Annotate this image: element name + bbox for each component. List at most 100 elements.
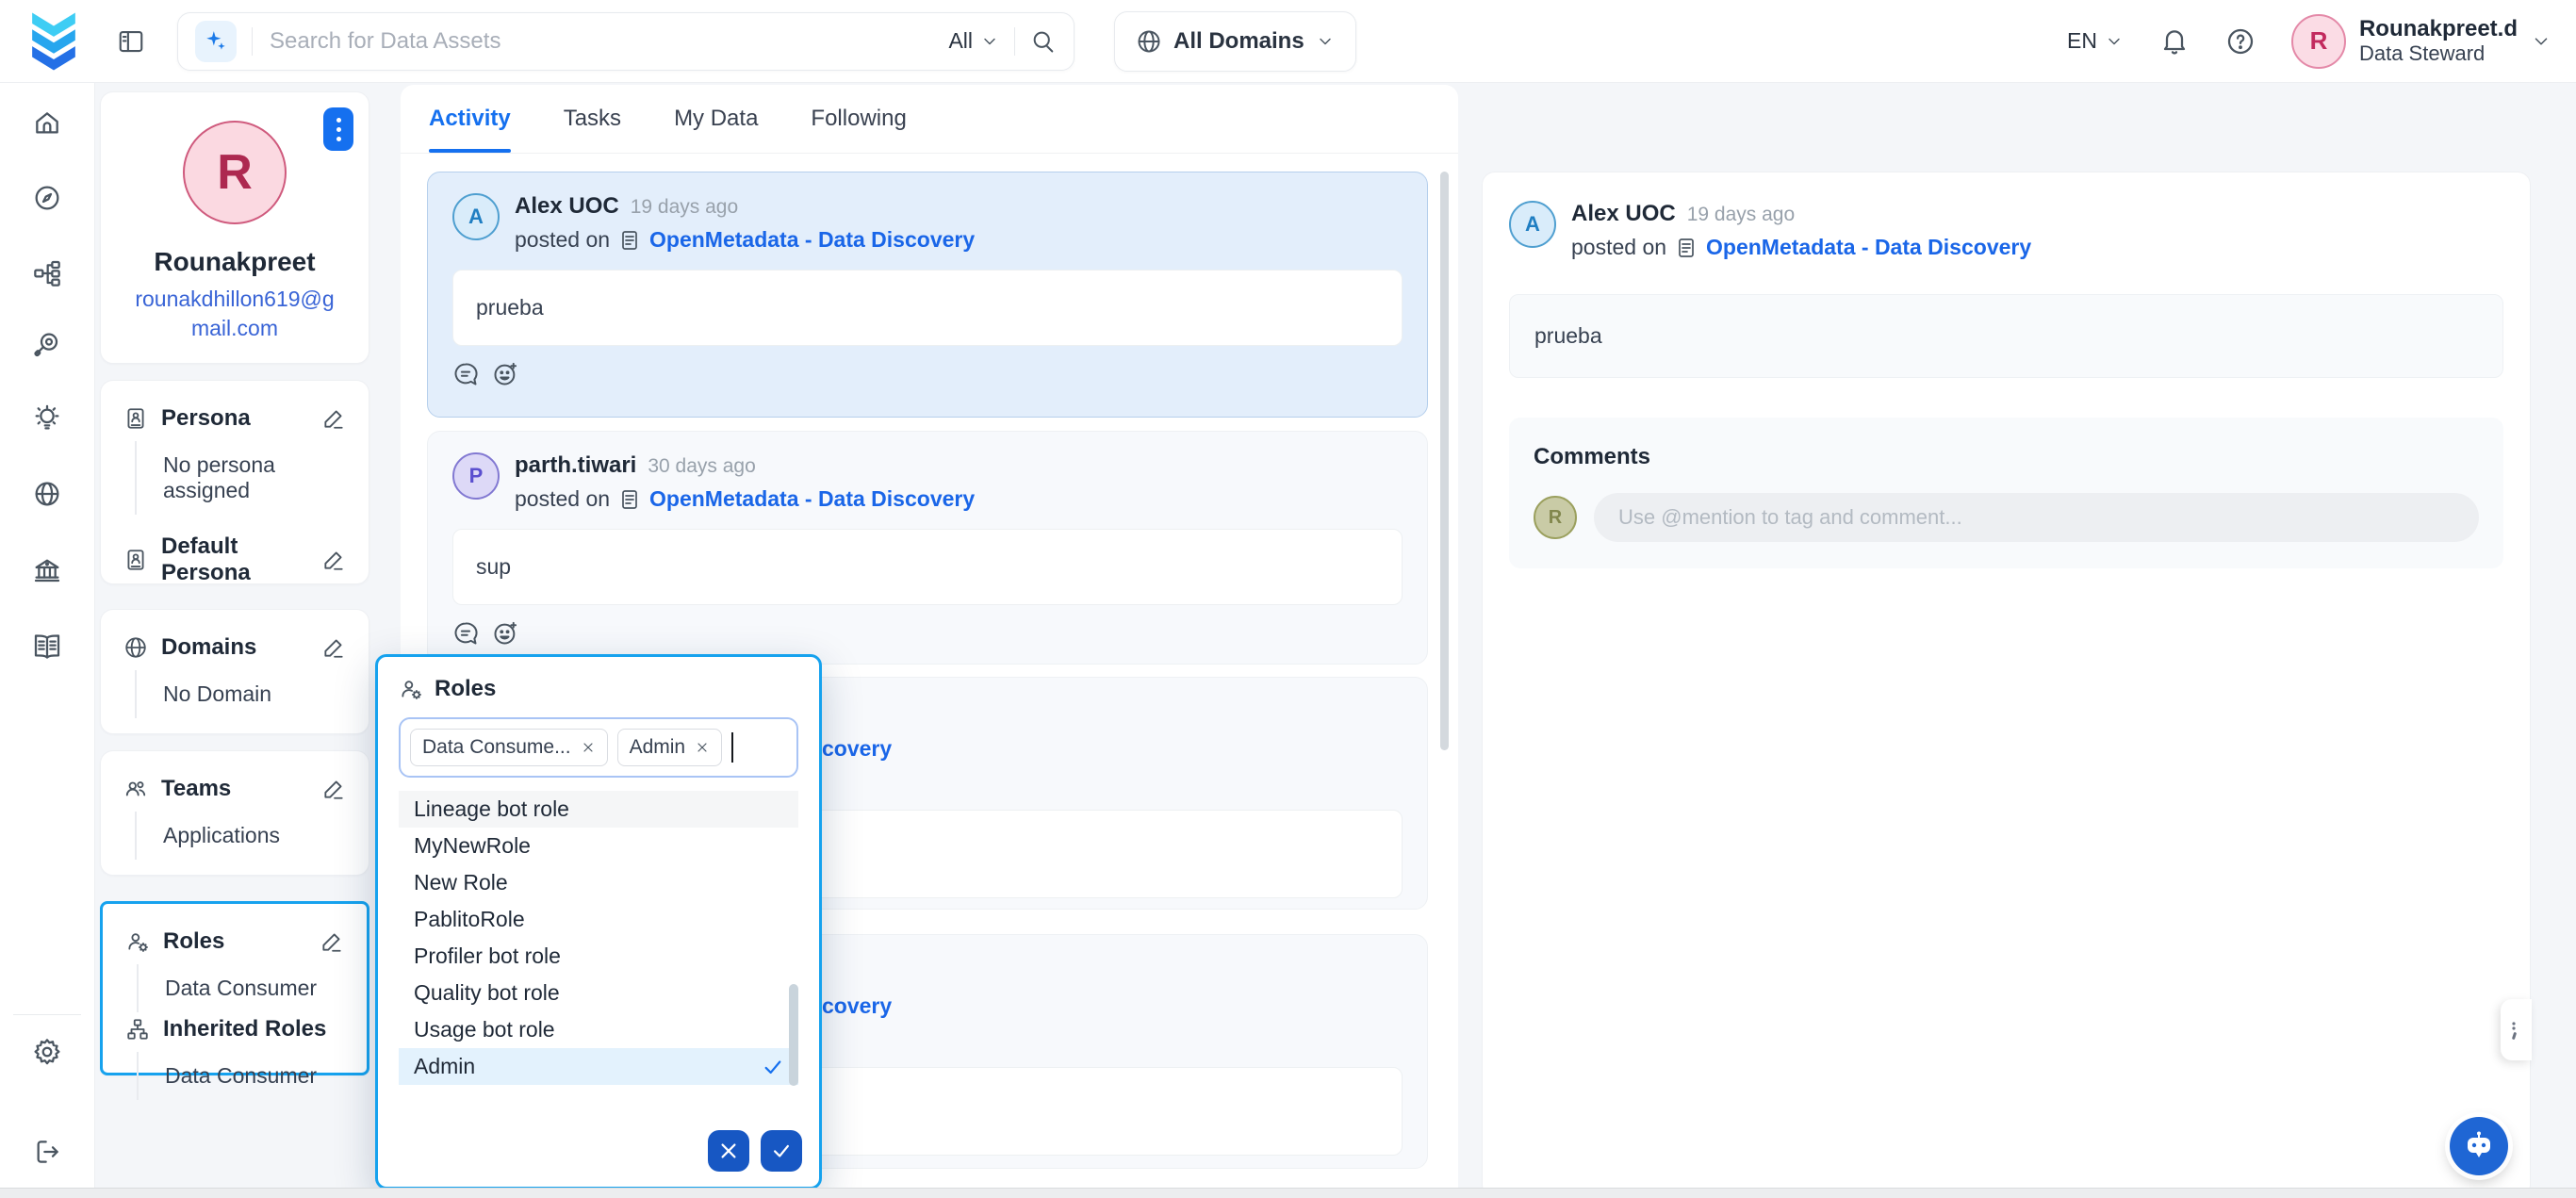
role-option[interactable]: PablitoRole <box>399 901 798 938</box>
detail-author[interactable]: Alex UOC <box>1571 201 1676 227</box>
panel-toggle-icon[interactable] <box>117 27 145 56</box>
post-timestamp: 30 days ago <box>648 455 755 478</box>
roles-section: Roles Data Consumer <box>103 904 367 1012</box>
domains-card: Domains No Domain <box>100 609 369 734</box>
comment-icon[interactable] <box>452 620 479 647</box>
chevron-down-icon <box>980 32 999 51</box>
search-icon[interactable] <box>1030 28 1057 55</box>
teams-icon <box>123 777 148 801</box>
inherited-roles-title: Inherited Roles <box>163 1016 344 1042</box>
domains-icon[interactable] <box>32 479 62 509</box>
teams-title: Teams <box>161 776 308 802</box>
sparkle-icon[interactable] <box>195 21 237 62</box>
add-reaction-icon[interactable] <box>492 361 518 387</box>
comment-input[interactable] <box>1594 493 2479 542</box>
edit-teams-icon[interactable] <box>321 777 346 801</box>
all-domains-label: All Domains <box>1173 28 1304 55</box>
govern-icon[interactable] <box>32 556 62 586</box>
search-input[interactable] <box>268 27 933 56</box>
remove-chip-icon[interactable] <box>581 740 596 755</box>
chatbot-fab[interactable] <box>2450 1117 2508 1175</box>
comments-section: Comments R <box>1509 418 2503 568</box>
horizontal-scrollbar[interactable] <box>0 1188 2576 1198</box>
post-action: posted on <box>515 486 610 512</box>
tab-my-data[interactable]: My Data <box>674 85 758 153</box>
user-name: Rounakpreet.d <box>2359 16 2518 42</box>
tab-following[interactable]: Following <box>811 85 906 153</box>
remove-chip-icon[interactable] <box>695 740 710 755</box>
roles-icon <box>125 929 150 954</box>
post-author[interactable]: parth.tiwari <box>515 452 636 479</box>
logout-icon[interactable] <box>32 1137 62 1167</box>
post-header: parth.tiwari 30 days ago posted on OpenM… <box>515 452 975 512</box>
tab-tasks[interactable]: Tasks <box>564 85 621 153</box>
bell-icon[interactable] <box>2159 26 2190 57</box>
profile-avatar-initial: R <box>217 144 253 201</box>
teams-card: Teams Applications <box>100 750 369 876</box>
post-target-link[interactable]: OpenMetadata - Data Discovery <box>649 227 975 253</box>
teams-value: Applications <box>135 812 346 860</box>
profile-email-link[interactable]: rounakdhillon619@gmail.com <box>134 285 336 343</box>
user-identity: Rounakpreet.d Data Steward <box>2359 16 2518 67</box>
insights-icon[interactable] <box>32 403 62 434</box>
home-icon[interactable] <box>32 108 62 139</box>
role-option[interactable]: Usage bot role <box>399 1011 798 1048</box>
roles-select-input[interactable]: Data Consume... Admin <box>399 717 798 778</box>
chevron-down-icon <box>2531 31 2551 52</box>
explore-icon[interactable] <box>32 183 62 213</box>
comment-icon[interactable] <box>452 361 479 387</box>
post-target-link-fragment[interactable]: covery <box>822 736 892 762</box>
observability-icon[interactable] <box>32 330 62 360</box>
feed-post[interactable]: A Alex UOC 19 days ago posted on OpenMet… <box>427 172 1428 418</box>
post-target-link-fragment[interactable]: covery <box>822 993 892 1019</box>
add-reaction-icon[interactable] <box>492 620 518 647</box>
role-option[interactable]: MyNewRole <box>399 828 798 864</box>
edit-domains-icon[interactable] <box>321 635 346 660</box>
role-option[interactable]: Lineage bot role <box>399 791 798 828</box>
default-persona-icon <box>123 548 148 572</box>
language-dropdown[interactable]: EN <box>2067 28 2124 54</box>
role-option[interactable]: Quality bot role <box>399 975 798 1011</box>
user-menu[interactable]: R Rounakpreet.d Data Steward <box>2291 14 2551 69</box>
search-scope-dropdown[interactable]: All <box>948 28 999 54</box>
cancel-button[interactable] <box>708 1130 749 1172</box>
post-target-link[interactable]: OpenMetadata - Data Discovery <box>649 486 975 512</box>
detail-target-link[interactable]: OpenMetadata - Data Discovery <box>1706 235 2031 260</box>
settings-icon[interactable] <box>32 1037 62 1067</box>
tab-activity[interactable]: Activity <box>429 85 511 153</box>
profile-avatar: R <box>183 121 287 224</box>
user-role: Data Steward <box>2359 41 2518 66</box>
persona-card: Persona No persona assigned Default Pers… <box>100 380 369 584</box>
roles-icon <box>399 677 423 701</box>
chevron-down-icon <box>2105 32 2124 51</box>
feed-scrollbar[interactable] <box>1440 172 1449 750</box>
options-scrollbar[interactable] <box>789 984 798 1086</box>
collapsed-widget-tab[interactable] <box>2501 999 2532 1060</box>
edit-default-persona-icon[interactable] <box>321 548 346 572</box>
edit-roles-icon[interactable] <box>320 929 344 954</box>
help-icon[interactable] <box>2225 26 2256 57</box>
edit-persona-icon[interactable] <box>321 406 346 431</box>
confirm-button[interactable] <box>761 1130 802 1172</box>
profile-kebab-menu[interactable] <box>323 107 353 151</box>
glossary-icon[interactable] <box>32 632 62 662</box>
all-domains-dropdown[interactable]: All Domains <box>1114 11 1356 72</box>
feed-post[interactable]: P parth.tiwari 30 days ago posted on Ope… <box>427 431 1428 665</box>
robot-icon <box>2462 1129 2496 1163</box>
profile-name: Rounakpreet <box>101 247 369 277</box>
teams-section: Teams Applications <box>101 751 369 882</box>
role-option-selected[interactable]: Admin <box>399 1048 798 1085</box>
roles-edit-popup: Roles Data Consume... Admin Lineage bot … <box>375 654 822 1190</box>
divider <box>252 27 253 56</box>
platform-icon[interactable] <box>32 258 62 288</box>
detail-timestamp: 19 days ago <box>1687 204 1795 226</box>
role-option[interactable]: New Role <box>399 864 798 901</box>
domains-section-icon <box>123 635 148 660</box>
role-option[interactable]: Profiler bot role <box>399 938 798 975</box>
inherited-roles-section: Inherited Roles Data Consumer <box>103 1016 367 1115</box>
roles-card: Roles Data Consumer Inherited Roles Data… <box>100 901 369 1075</box>
post-timestamp: 19 days ago <box>631 196 738 219</box>
openmetadata-logo[interactable] <box>25 10 83 73</box>
left-nav-rail <box>0 83 95 1198</box>
post-author[interactable]: Alex UOC <box>515 193 619 220</box>
